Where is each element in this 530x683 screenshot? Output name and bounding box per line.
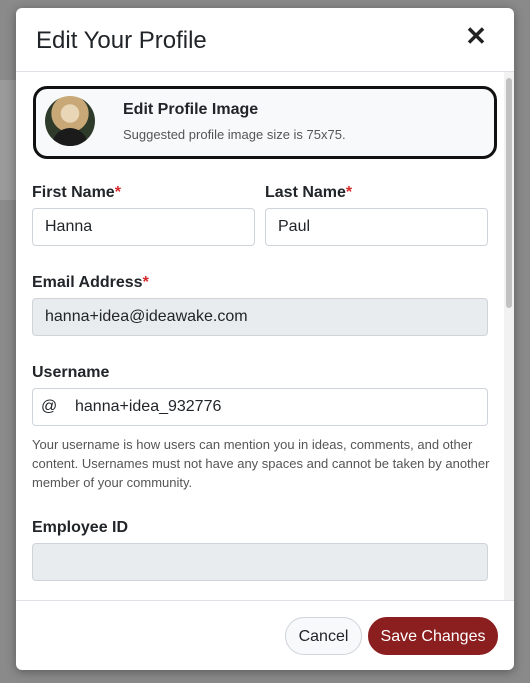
first-name-field[interactable]: Hanna bbox=[32, 208, 255, 246]
save-changes-button[interactable]: Save Changes bbox=[368, 617, 498, 655]
required-mark: * bbox=[345, 184, 353, 201]
last-name-label: Last Name* bbox=[265, 184, 353, 201]
edit-profile-image-title: Edit Profile Image bbox=[123, 101, 259, 118]
background-overlay bbox=[0, 80, 16, 200]
avatar bbox=[45, 96, 95, 146]
close-icon[interactable]: ✕ bbox=[464, 23, 488, 49]
username-value: hanna+idea_932776 bbox=[75, 398, 222, 415]
modal-header: Edit Your Profile ✕ bbox=[16, 8, 514, 72]
at-prefix: @ bbox=[41, 398, 58, 415]
modal-footer: Cancel Save Changes bbox=[16, 600, 514, 670]
modal-body: Edit Profile Image Suggested profile ima… bbox=[16, 72, 514, 600]
username-field[interactable]: @ hanna+idea_932776 bbox=[32, 388, 488, 426]
employee-id-field[interactable] bbox=[32, 543, 488, 581]
required-mark: * bbox=[142, 274, 149, 291]
last-name-field[interactable]: Paul bbox=[265, 208, 488, 246]
edit-profile-image-card[interactable]: Edit Profile Image Suggested profile ima… bbox=[33, 86, 497, 159]
cancel-button[interactable]: Cancel bbox=[285, 617, 362, 655]
modal-title: Edit Your Profile bbox=[36, 27, 207, 54]
employee-id-label: Employee ID bbox=[32, 519, 129, 536]
required-mark: * bbox=[114, 184, 121, 201]
modal-scrollbar[interactable] bbox=[504, 72, 514, 600]
username-help-text: Your username is how users can mention y… bbox=[32, 437, 490, 490]
username-label: Username bbox=[32, 364, 110, 381]
email-label: Email Address* bbox=[32, 274, 149, 291]
edit-profile-modal: Edit Your Profile ✕ Edit Profile Image S… bbox=[16, 8, 514, 670]
scrollbar-thumb[interactable] bbox=[506, 78, 512, 308]
first-name-label: First Name* bbox=[32, 184, 121, 201]
email-field[interactable]: hanna+idea@ideawake.com bbox=[32, 298, 488, 336]
profile-image-size-hint: Suggested profile image size is 75x75. bbox=[123, 127, 346, 142]
